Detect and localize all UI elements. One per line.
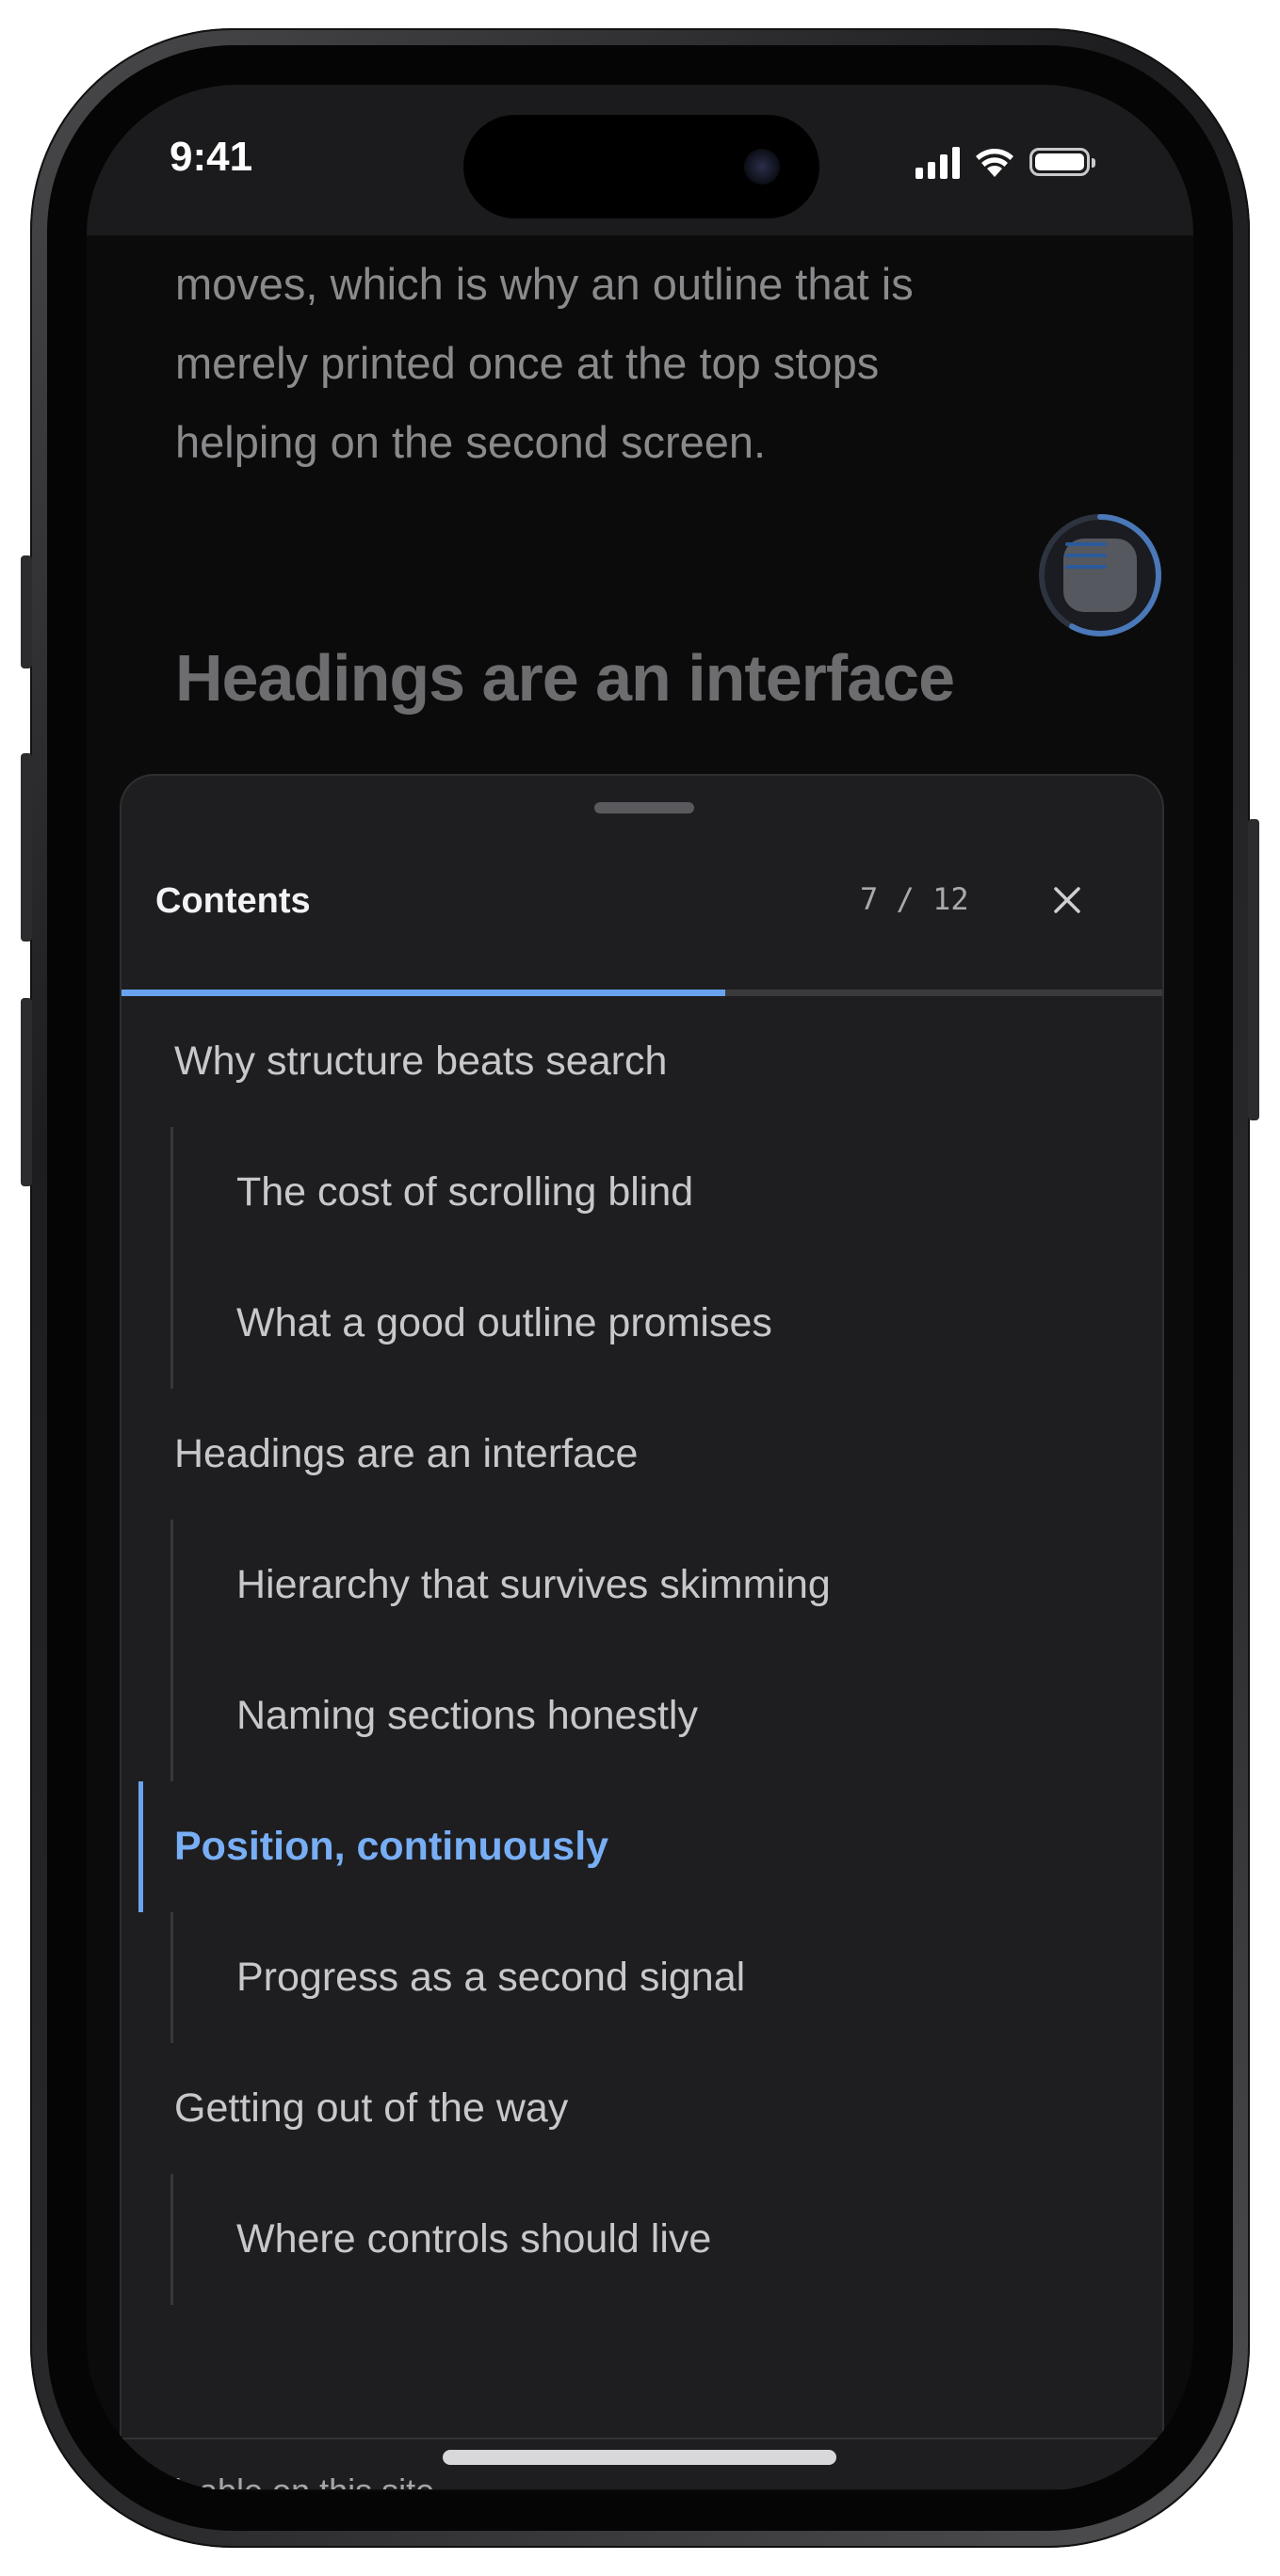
article-paragraph: moves, which is why an outline that is m… — [175, 245, 1079, 482]
toc-item-label: What a good outline promises — [236, 1300, 772, 1345]
drag-handle[interactable] — [594, 802, 694, 813]
close-icon — [1054, 887, 1080, 913]
camera-icon — [744, 149, 780, 185]
toc-item-label: Progress as a second signal — [236, 1955, 746, 2000]
close-button[interactable] — [1035, 868, 1099, 932]
screen: 9:41 moves, which is why an outline that… — [87, 85, 1193, 2491]
sheet-progress-bar — [122, 990, 1162, 996]
wifi-icon — [976, 149, 1013, 177]
disable-on-site-link[interactable]: Disable on this site — [150, 2471, 434, 2489]
toc-item[interactable]: Headings are an interface — [122, 1389, 1162, 1520]
action-button — [21, 555, 32, 668]
cellular-signal-icon — [915, 145, 960, 179]
home-indicator[interactable] — [443, 2450, 836, 2465]
toc-item-label: The cost of scrolling blind — [236, 1169, 694, 1215]
dynamic-island — [463, 115, 819, 218]
toc-toggle-button[interactable] — [1035, 510, 1165, 640]
toc-item[interactable]: Getting out of the way — [122, 2043, 1162, 2174]
toc-item-label: Getting out of the way — [174, 2085, 569, 2131]
battery-icon — [1029, 148, 1095, 176]
toc-item-label: Hierarchy that survives skimming — [236, 1562, 831, 1607]
toc-item-label: Position, continuously — [174, 1824, 609, 1869]
toc-item[interactable]: Where controls should live — [122, 2174, 1162, 2305]
toc-item-label: Naming sections honestly — [236, 1693, 698, 1738]
status-icons — [915, 143, 1095, 181]
section-counter: 7 / 12 — [860, 881, 969, 917]
toc-list: Why structure beats search The cost of sc… — [122, 996, 1162, 2305]
total-sections: 12 — [932, 881, 969, 917]
volume-up-button — [21, 753, 32, 942]
article-line: moves, which is why an outline that is — [175, 259, 914, 309]
list-icon — [1063, 539, 1137, 612]
status-time: 9:41 — [170, 134, 253, 180]
toc-item[interactable]: Naming sections honestly — [122, 1650, 1162, 1781]
toc-item[interactable]: Why structure beats search — [122, 996, 1162, 1127]
contents-sheet: Contents 7 / 12 Why structure beats sear… — [120, 774, 1164, 2489]
current-section: 7 — [860, 881, 879, 917]
toc-item[interactable]: The cost of scrolling blind — [122, 1127, 1162, 1258]
toc-item-label: Headings are an interface — [174, 1431, 639, 1476]
article-line: helping on the second screen. — [175, 417, 767, 467]
toc-item[interactable]: Hierarchy that survives skimming — [122, 1520, 1162, 1650]
status-bar: 9:41 — [87, 85, 1193, 235]
sheet-progress-fill — [122, 990, 725, 996]
volume-down-button — [21, 998, 32, 1186]
toc-item-label: Where controls should live — [236, 2216, 712, 2262]
power-button — [1248, 819, 1259, 1120]
toc-item[interactable]: Progress as a second signal — [122, 1912, 1162, 2043]
toc-item-label: Why structure beats search — [174, 1038, 668, 1084]
counter-separator: / — [896, 881, 915, 917]
toc-item[interactable]: What a good outline promises — [122, 1258, 1162, 1389]
toc-item-active[interactable]: Position, continuously — [122, 1781, 1162, 1912]
article-line: merely printed once at the top stops — [175, 338, 880, 388]
sheet-title: Contents — [155, 881, 311, 921]
article-heading: Headings are an interface — [175, 641, 955, 715]
